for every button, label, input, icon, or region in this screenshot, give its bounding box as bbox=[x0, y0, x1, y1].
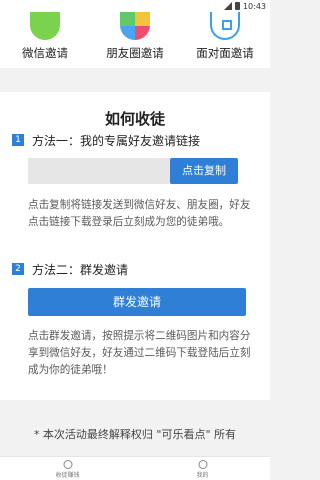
tab-recruit-label: 收徒赚钱 bbox=[55, 472, 80, 479]
battery-icon bbox=[234, 2, 240, 10]
user-icon bbox=[198, 460, 207, 469]
method2-description: 点击群发邀请，按照提示将二维码图片和内容分享到微信好友，好友通过二维码下载登陆后… bbox=[28, 330, 251, 376]
status-time: 10:43 bbox=[242, 1, 266, 11]
moments-invite-label: 朋友圈邀请 bbox=[106, 46, 164, 60]
wechat-invite-button[interactable]: 微信邀请 bbox=[0, 12, 90, 68]
qr-code-icon bbox=[210, 12, 240, 40]
wechat-icon bbox=[30, 12, 60, 40]
invite-link-box bbox=[28, 158, 176, 184]
bottom-tab-bar: 收徒赚钱 我的 bbox=[0, 456, 270, 480]
tab-mine-label: 我的 bbox=[196, 472, 209, 479]
tab-mine[interactable]: 我的 bbox=[135, 457, 270, 480]
method1-description: 点击复制将链接发送到微信好友、朋友圈，好友点击链接下载登录后立刻成为您的徒弟哦。 bbox=[28, 199, 251, 228]
face-to-face-invite-button[interactable]: 面对面邀请 bbox=[180, 12, 270, 68]
moments-invite-button[interactable]: 朋友圈邀请 bbox=[90, 12, 180, 68]
copy-link-button[interactable]: 点击复制 bbox=[170, 158, 238, 184]
status-icons: 10:43 bbox=[223, 0, 266, 12]
howto-card: 如何收徒 1 方法一：我的专属好友邀请链接 点击复制 点击复制将链接发送到微信好… bbox=[0, 92, 270, 400]
signal-icon bbox=[223, 2, 232, 10]
method1-title: 方法一：我的专属好友邀请链接 bbox=[32, 134, 201, 148]
method2-number-badge: 2 bbox=[12, 263, 24, 275]
howto-title: 如何收徒 bbox=[104, 110, 165, 128]
mass-invite-button[interactable]: 群发邀请 bbox=[28, 288, 246, 316]
face-to-face-invite-label: 面对面邀请 bbox=[196, 46, 254, 60]
tab-recruit[interactable]: 收徒赚钱 bbox=[0, 457, 135, 480]
target-icon bbox=[63, 460, 72, 469]
share-options: 微信邀请 朋友圈邀请 面对面邀请 bbox=[0, 12, 270, 68]
method1-number-badge: 1 bbox=[12, 134, 24, 146]
status-bar: 10:43 bbox=[0, 0, 270, 12]
method2-title: 方法二：群发邀请 bbox=[32, 263, 129, 277]
wechat-invite-label: 微信邀请 bbox=[22, 46, 68, 60]
moments-icon bbox=[120, 12, 150, 40]
disclaimer-text: * 本次活动最终解释权归 "可乐看点" 所有 bbox=[33, 428, 237, 441]
